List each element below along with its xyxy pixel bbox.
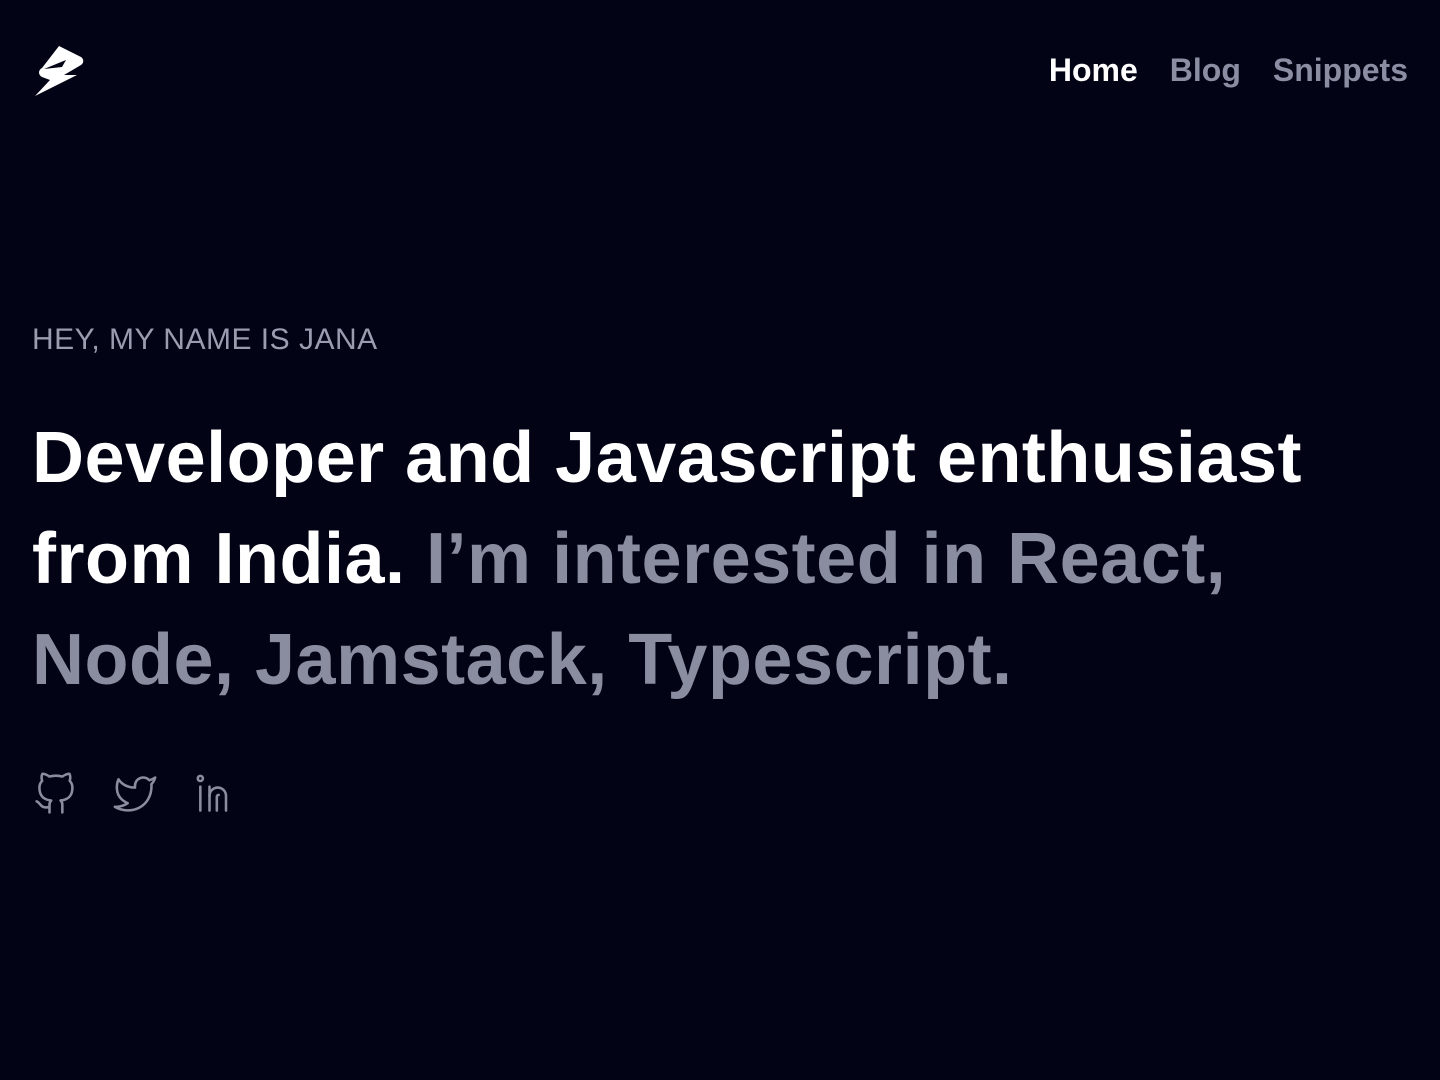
logo-home-link[interactable] bbox=[32, 44, 86, 98]
twitter-link[interactable] bbox=[112, 771, 158, 817]
github-link[interactable] bbox=[32, 771, 78, 817]
twitter-icon bbox=[113, 776, 157, 812]
site-header: Home Blog Snippets bbox=[0, 0, 1440, 140]
main-nav: Home Blog Snippets bbox=[1049, 50, 1408, 90]
nav-home-link[interactable]: Home bbox=[1049, 50, 1138, 90]
lightning-bolt-icon bbox=[35, 46, 84, 96]
github-icon bbox=[35, 772, 74, 814]
nav-snippets-link[interactable]: Snippets bbox=[1273, 50, 1408, 90]
hero-section: HEY, MY NAME IS JANA Developer and Javas… bbox=[32, 320, 1412, 817]
social-links bbox=[32, 771, 1412, 817]
hero-eyebrow: HEY, MY NAME IS JANA bbox=[32, 323, 378, 356]
linkedin-icon bbox=[196, 774, 228, 812]
hero-headline: Developer and Javascript enthusiast from… bbox=[32, 408, 1412, 711]
nav-blog-link[interactable]: Blog bbox=[1170, 50, 1241, 90]
linkedin-link[interactable] bbox=[192, 771, 238, 817]
